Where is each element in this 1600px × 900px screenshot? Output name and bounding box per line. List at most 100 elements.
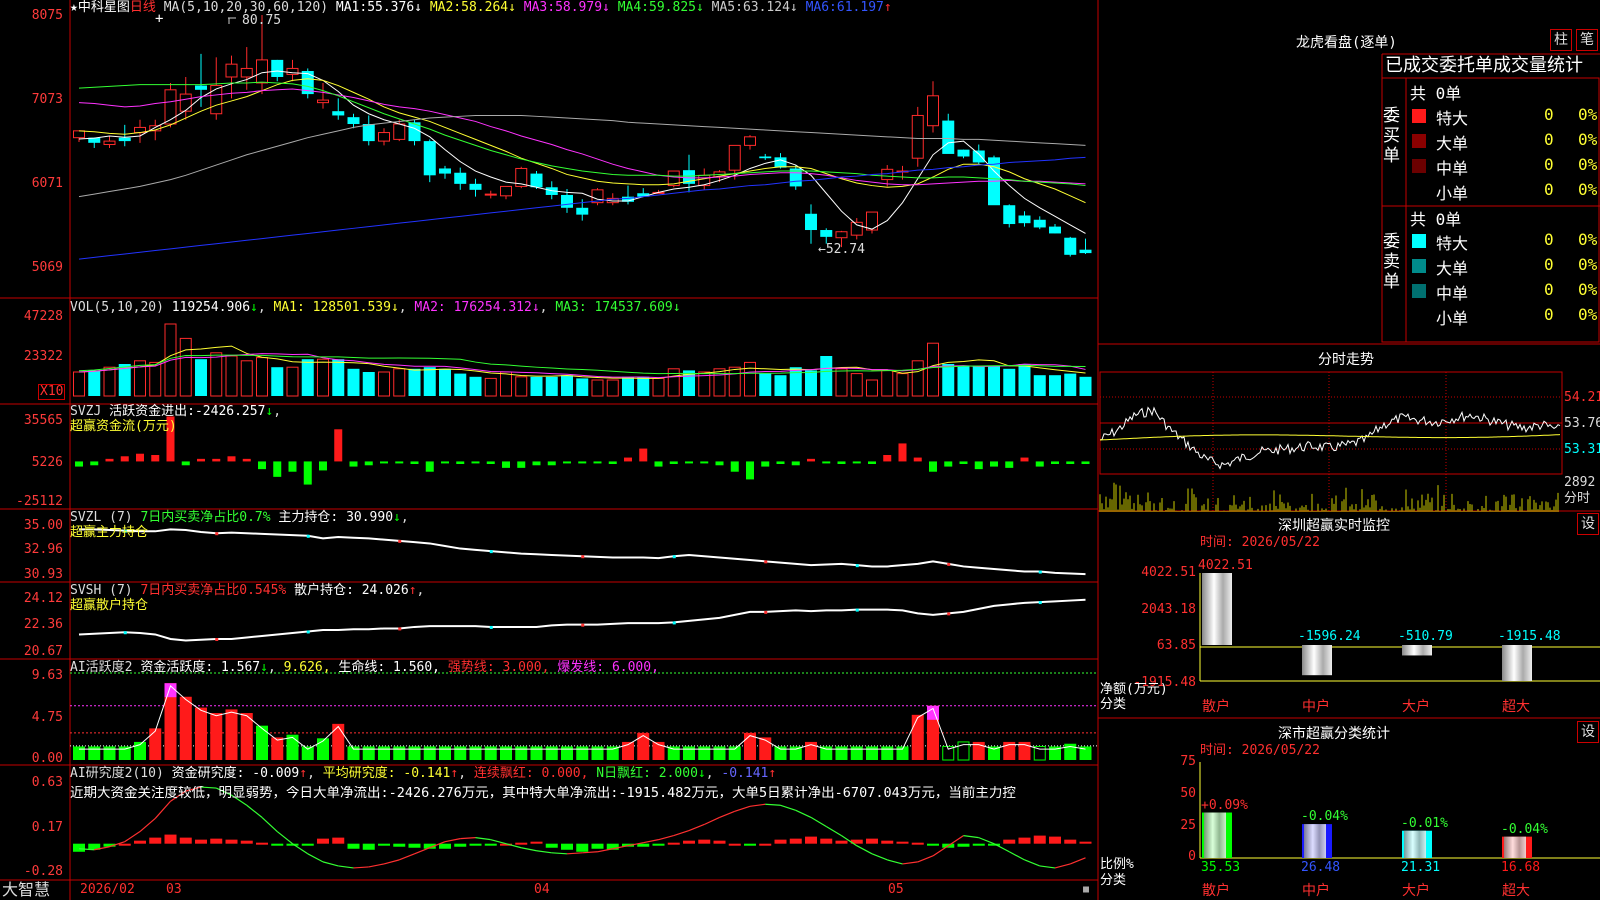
date-label: 05: [888, 882, 904, 897]
candle-body: [835, 231, 848, 239]
price-tick: 5069: [31, 260, 63, 275]
vol-bar: [1049, 375, 1061, 396]
svzj-bar: [837, 461, 846, 464]
svzj-bar: [227, 456, 236, 462]
sell-total: 共 0单: [1410, 210, 1462, 229]
ai-active-bar: [698, 746, 711, 760]
ai-research-bar: [118, 843, 131, 846]
ai-active-bar: [484, 746, 497, 760]
vol-bar: [820, 356, 833, 396]
classify-time: 时间: 2026/05/22: [1200, 743, 1320, 758]
svsh-line-dot: [764, 610, 768, 614]
ai-research-bar: [713, 840, 726, 844]
ai-active-bar: [591, 746, 604, 760]
lock-icon[interactable]: ■: [1083, 883, 1089, 897]
ai-active-bar: [210, 713, 223, 760]
svsh-subtitle: 超赢散户持仓: [70, 598, 149, 613]
ai-research-bar: [332, 837, 345, 844]
svsh-line-dot: [672, 621, 676, 625]
svzl-line-dot: [581, 555, 585, 559]
svzl-subtitle: 超赢主力持仓: [70, 525, 149, 540]
vol-bar: [423, 367, 436, 396]
app-logo[interactable]: 大智慧: [2, 881, 50, 899]
candle-body: [561, 194, 573, 208]
ai-research-bar: [271, 843, 284, 846]
ai-research-bar: [256, 842, 268, 845]
svzj-bar: [547, 461, 556, 466]
vol-bar: [484, 377, 497, 397]
ai-active-bar: [911, 714, 924, 760]
ai-active-bar: [774, 746, 787, 760]
ai-active-bar: [835, 746, 848, 760]
classify-percent: 35.53: [1201, 860, 1241, 875]
vol-bar: [378, 371, 390, 397]
svzj-bar: [75, 461, 83, 467]
ai-active-bar: [393, 746, 406, 760]
vol-bar: [1018, 364, 1031, 396]
vol-bar: [896, 373, 909, 397]
intraday-avg-line: [1099, 434, 1561, 441]
row-label: 小单: [1436, 309, 1469, 328]
svzl-line-dot: [306, 534, 310, 538]
svzl-line-dot: [398, 539, 402, 543]
candle-body: [210, 85, 223, 115]
classify-title: 深市超赢分类统计: [1278, 726, 1390, 742]
ai-research-bar: [73, 843, 85, 852]
svzj-bar: [852, 461, 861, 464]
ai-research-line: [276, 831, 293, 845]
svzj-bar: [441, 461, 449, 464]
svzj-bar: [776, 461, 785, 464]
svzj-bar: [471, 461, 480, 464]
date-label: 03: [166, 882, 182, 897]
pen-mode-button[interactable]: 笔: [1576, 29, 1598, 51]
ai-research-bar: [210, 838, 223, 844]
ai-research-line: [475, 837, 491, 841]
classify-bar-shade: [1504, 836, 1526, 858]
svsh-line-dot: [306, 630, 310, 634]
ai-research-bar: [347, 843, 360, 849]
monitor-category: 散户: [1202, 699, 1230, 715]
ai-research-bar: [378, 843, 390, 846]
period-label[interactable]: 日线: [130, 0, 156, 15]
ai-active-bar: [454, 746, 467, 760]
classify-ylabel: 比例%: [1100, 857, 1134, 872]
candle-body: [744, 136, 756, 146]
svzj-bar: [761, 461, 770, 467]
bar-mode-button[interactable]: 柱: [1550, 29, 1572, 51]
svzl-tick: 32.96: [23, 542, 63, 557]
svzl-line-dot: [489, 550, 493, 554]
ai-research-line: [383, 859, 400, 865]
vol-bar: [271, 367, 284, 396]
ai-active-bar: [606, 746, 619, 760]
candle-body: [927, 95, 939, 127]
classify-settings-button[interactable]: 设: [1577, 721, 1599, 743]
svzj-bar: [883, 455, 892, 462]
candle-body: [881, 168, 894, 181]
ai-research-bar: [301, 843, 314, 846]
ai-research-bar: [149, 837, 162, 844]
classify-bar-shade: [1304, 824, 1326, 858]
star-icon[interactable]: ★: [70, 0, 78, 15]
legend-swatch: [1412, 234, 1426, 248]
main-chart-canvas[interactable]: [0, 0, 1600, 900]
price-tick: 8075: [31, 8, 63, 23]
ai-research-line: [307, 853, 324, 863]
vol-bar: [103, 366, 116, 397]
svzl-line-dot: [764, 560, 768, 564]
candle-body: [774, 157, 787, 168]
ai-research-bar: [591, 843, 604, 849]
svzj-bar: [410, 461, 419, 464]
monitor-settings-button[interactable]: 设: [1577, 513, 1599, 535]
candle-body: [530, 173, 543, 188]
ai-active-bar: [439, 746, 451, 760]
ai-active-bar: [850, 746, 863, 760]
ai-research-line: [795, 809, 812, 818]
vol-bar: [439, 368, 451, 396]
vol-bar: [393, 368, 406, 397]
ai-research-line: [978, 837, 995, 845]
classify-category: 散户: [1202, 883, 1230, 899]
ai-research-line: [1039, 865, 1056, 869]
row-value: 0: [1544, 255, 1554, 274]
date-label: 04: [534, 882, 550, 897]
candle-body: [118, 137, 131, 142]
